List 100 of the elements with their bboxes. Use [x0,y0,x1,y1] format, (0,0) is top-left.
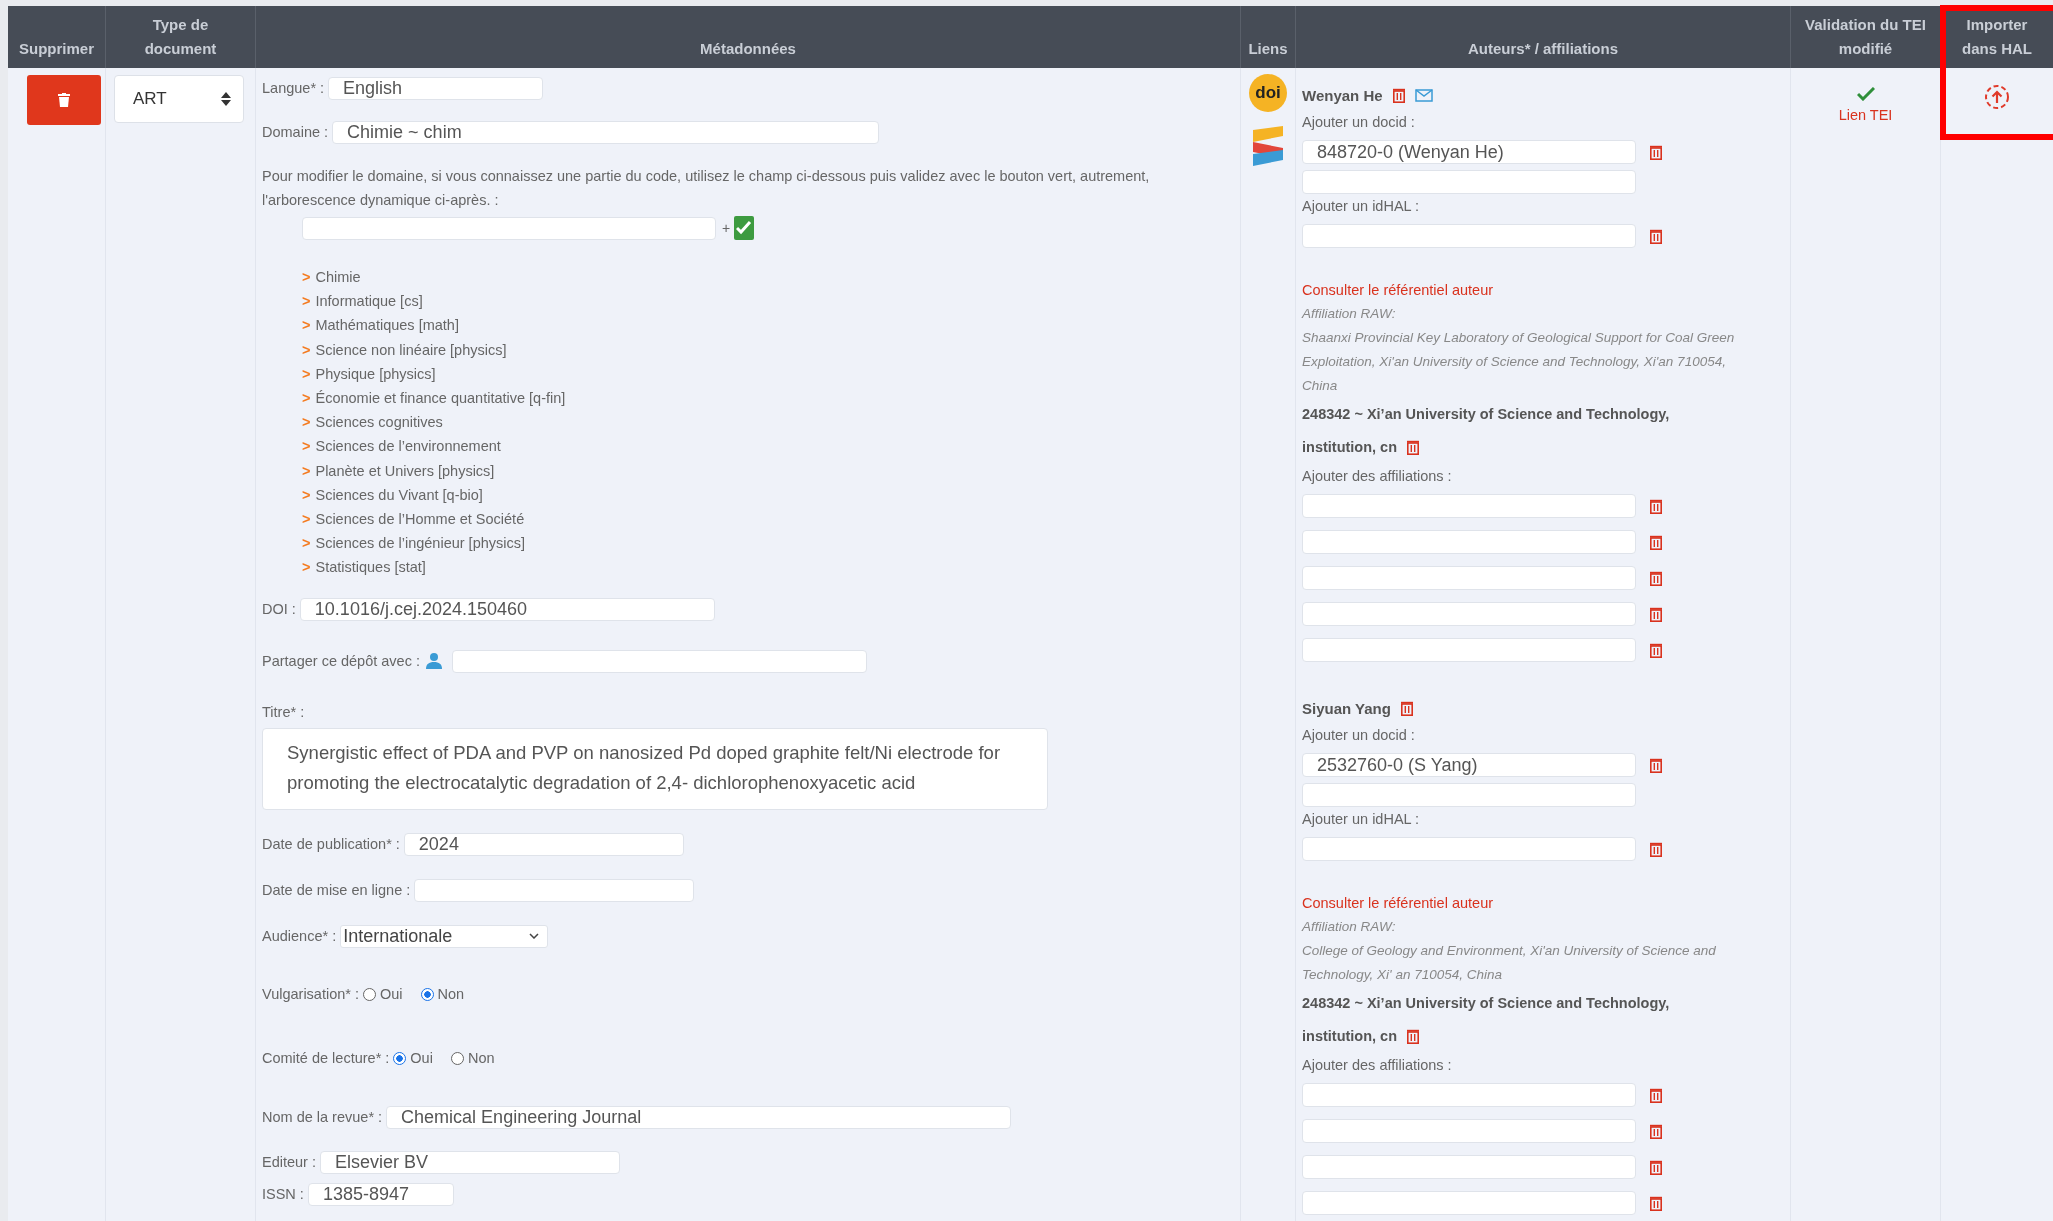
affiliation-field[interactable] [1302,602,1636,626]
field-label: Ajouter des affiliations : [1302,1056,1452,1075]
share-field[interactable] [452,649,867,673]
column-header: Métadonnées [700,39,796,59]
delete-icon[interactable] [1650,144,1662,160]
affiliation-field[interactable] [1302,638,1636,662]
field-label: ISSN : [262,1186,304,1203]
raw-affiliation: College of Geology and Environment, Xi'an University of Science and Technology, Xi' an 710054, China [1302,942,1717,984]
delete-icon[interactable] [1650,1087,1662,1103]
chevron-down-icon [529,933,540,940]
tree-item[interactable]: Chimie [315,269,361,285]
radio-button[interactable] [450,1051,464,1065]
language-field[interactable]: English [328,76,544,100]
plus-sign: + [722,220,731,236]
online-date-field[interactable] [414,878,695,902]
stripes-logo-icon[interactable] [1253,126,1283,166]
domain-field[interactable]: Chimie ~ chim [332,120,880,144]
delete-icon[interactable] [1650,570,1662,586]
field-label: Ajouter un idHAL : [1302,197,1420,216]
field-label: Ajouter un docid : [1302,726,1415,745]
issn-field[interactable]: 1385-8947 [307,1182,454,1206]
doi-link[interactable]: doi [1249,74,1287,112]
upload-icon[interactable] [1984,84,2010,110]
domain-code-field[interactable] [302,216,716,240]
radio-button[interactable] [393,1051,407,1065]
referential-link[interactable]: Consulter le référentiel auteur [1302,278,1494,302]
delete-icon[interactable] [1650,1195,1662,1211]
check-icon [736,221,753,235]
affiliation-field[interactable] [1302,530,1636,554]
radio-button[interactable] [420,987,434,1001]
affiliation-field[interactable] [1302,1083,1636,1107]
docid-field[interactable] [1302,783,1636,807]
help-text: Pour modifier le domaine, si vous connaissez une partie du code, utilisez le champ ci-dessous puis validez avec le bouton vert, autrement, l'arborescence dynamique ci-après. : [262,167,1151,210]
affiliation-field[interactable] [1302,566,1636,590]
tree-item[interactable]: Planète et Univers [physics] [315,462,495,479]
tree-item[interactable]: Statistiques [stat] [315,559,426,576]
affiliation-name: 248342 ~ Xi’an University of Science and Technology, [1302,994,1670,1013]
tree-item[interactable]: Sciences du Vivant [q-bio] [315,486,483,503]
tree-item[interactable]: Physique [physics] [315,365,436,382]
column-header: Liens [1248,39,1288,59]
affiliation-field[interactable] [1302,1191,1636,1215]
tree-item[interactable]: Sciences de l’environnement [315,438,501,455]
tree-item[interactable]: Économie et finance quantitative [q-fin] [315,389,566,406]
idhal-field[interactable] [1302,837,1636,861]
tree-item[interactable]: Sciences de l’Homme et Société [315,510,525,527]
delete-icon[interactable] [1650,228,1662,244]
column-header: Importer dans HAL [1961,15,2033,59]
delete-icon[interactable] [1650,534,1662,550]
tree-item[interactable]: Science non linéaire [physics] [315,341,507,358]
affiliation-field[interactable] [1302,1155,1636,1179]
affiliation-field[interactable] [1302,494,1636,518]
title-field[interactable]: Synergistic effect of PDA and PVP on nanosized Pd doped graphite felt/Ni electrode for promoting the electrocatalytic degradation of 2,4- dichlorophenoxyacetic acid [262,728,1048,811]
journal-field[interactable]: Chemical Engineering Journal [386,1105,1012,1129]
docid-field[interactable]: 848720-0 (Wenyan He) [1302,140,1636,164]
delete-icon[interactable] [1650,606,1662,622]
column-header: Type de document [143,15,218,59]
docid-field[interactable] [1302,170,1636,194]
field-label: Langue* : [262,80,325,96]
tree-item[interactable]: Mathématiques [math] [315,317,459,334]
delete-icon[interactable] [1407,440,1420,455]
radio-button[interactable] [363,987,376,1001]
delete-icon[interactable] [1650,841,1662,857]
tree-item[interactable]: Sciences de l’ingénieur [physics] [315,535,526,552]
delete-icon[interactable] [1392,87,1405,103]
idhal-field[interactable] [1302,224,1636,248]
delete-icon[interactable] [1650,1159,1662,1175]
mail-icon[interactable] [1414,88,1433,102]
column-header: Auteurs* / affiliations [1468,39,1618,59]
delete-icon[interactable] [1400,700,1413,716]
affiliation-name: institution, cn [1302,438,1398,457]
delete-icon[interactable] [1650,642,1662,658]
tree-item[interactable]: Informatique [cs] [315,293,423,310]
author-name: Wenyan He [1302,86,1383,104]
referential-link[interactable]: Consulter le référentiel auteur [1302,891,1494,915]
field-label: Date de mise en ligne : [262,882,411,899]
raw-affiliation: Shaanxi Provincial Key Laboratory of Geological Support for Coal Green Exploitation, Xi'an University of Science and Technology, Xi'an 710054, China [1302,329,1736,395]
affiliation-field[interactable] [1302,1119,1636,1143]
field-label: DOI : [262,601,296,618]
doi-field[interactable]: 10.1016/j.cej.2024.150460 [299,597,715,621]
delete-icon[interactable] [1650,757,1662,773]
author-name: Siyuan Yang [1302,699,1391,717]
publisher-field[interactable]: Elsevier BV [320,1150,620,1174]
audience-select[interactable]: Internationale [340,924,549,948]
document-type-select[interactable]: ART [114,75,244,123]
delete-icon[interactable] [1650,498,1662,514]
delete-icon[interactable] [1407,1029,1420,1044]
tei-link[interactable]: Lien TEI [1838,107,1893,123]
delete-button[interactable] [27,75,101,125]
field-label: Vulgarisation* : [262,986,359,1003]
field-label: Nom de la revue* : [262,1109,383,1126]
publication-date-field[interactable]: 2024 [403,832,684,856]
delete-icon[interactable] [1650,1123,1662,1139]
docid-field[interactable]: 2532760-0 (S Yang) [1302,753,1636,777]
field-label: Editeur : [262,1154,316,1171]
validate-button[interactable] [734,216,755,240]
raw-affiliation-label: Affiliation RAW: [1302,918,1397,936]
field-label: Titre* : [262,704,305,721]
field-label: Domaine : [262,124,329,140]
tree-item[interactable]: Sciences cognitives [315,414,443,431]
affiliation-name: 248342 ~ Xi’an University of Science and Technology, [1302,405,1670,424]
